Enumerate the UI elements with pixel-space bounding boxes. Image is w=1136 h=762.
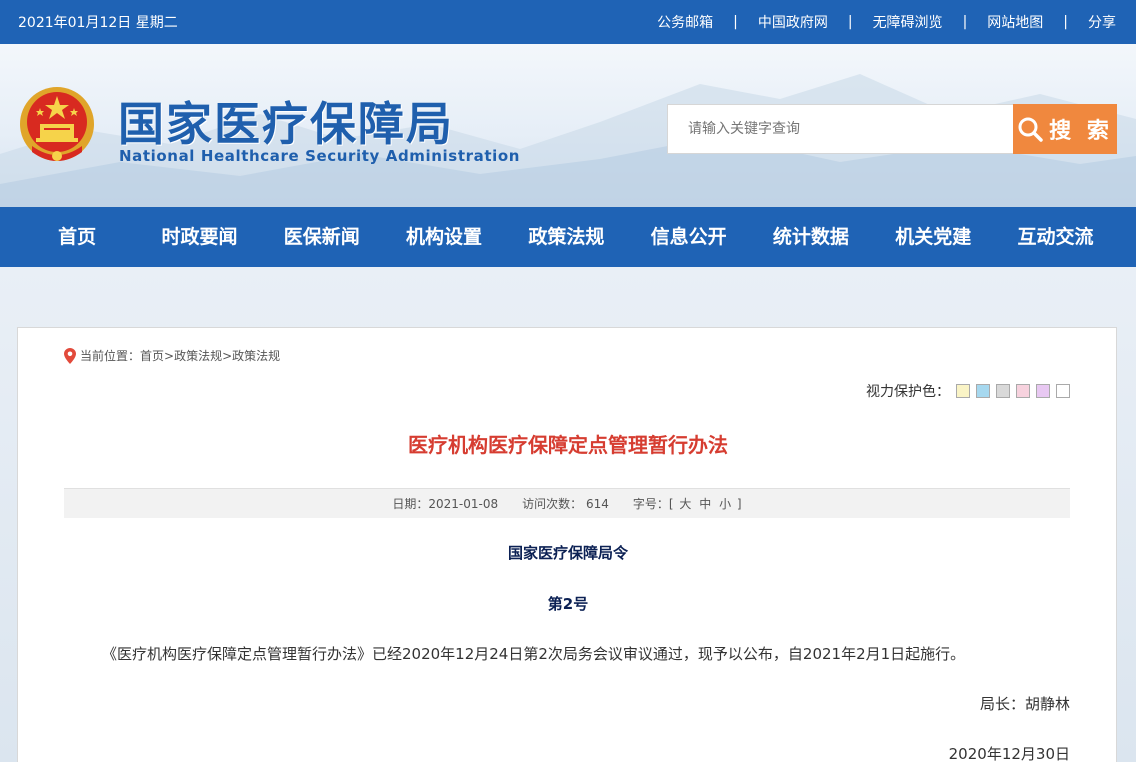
header-banner: 国家医疗保障局 National Healthcare Security Adm… bbox=[0, 44, 1136, 207]
site-title: 国家医疗保障局 bbox=[118, 97, 454, 151]
search-button-label: 搜 索 bbox=[1049, 119, 1113, 144]
visit-count: 访问次数： 614 bbox=[522, 497, 609, 511]
nav-interaction[interactable]: 互动交流 bbox=[994, 207, 1116, 267]
search-input[interactable] bbox=[667, 104, 1014, 154]
location-pin-icon bbox=[64, 347, 76, 364]
nav-info-disclosure[interactable]: 信息公开 bbox=[627, 207, 749, 267]
color-swatch-gray[interactable] bbox=[996, 384, 1010, 398]
breadcrumb-policies-sub[interactable]: 政策法规 bbox=[232, 347, 280, 364]
nav-healthcare-news[interactable]: 医保新闻 bbox=[261, 207, 383, 267]
publish-date: 日期：2021-01-08 bbox=[392, 497, 499, 511]
current-date: 2021年01月12日 星期二 bbox=[18, 15, 178, 31]
link-sitemap[interactable]: 网站地图 bbox=[987, 12, 1043, 32]
vision-protection-colors: 视力保护色： bbox=[866, 381, 1070, 401]
color-swatch-white[interactable] bbox=[1056, 384, 1070, 398]
separator: | bbox=[733, 14, 738, 30]
font-size-controls: 字号：[ 大 中 小 ] bbox=[633, 495, 742, 512]
article-card: 当前位置： 首页 > 政策法规 > 政策法规 视力保护色： 医疗机构医疗保障定点… bbox=[17, 327, 1117, 762]
article-body: 《医疗机构医疗保障定点管理暂行办法》已经2020年12月24日第2次局务会议审议… bbox=[102, 645, 966, 663]
color-swatch-blue[interactable] bbox=[976, 384, 990, 398]
font-size-medium[interactable]: 中 bbox=[699, 497, 711, 511]
font-size-label: 字号：[ bbox=[632, 497, 674, 511]
color-swatch-purple[interactable] bbox=[1036, 384, 1050, 398]
nav-policies[interactable]: 政策法规 bbox=[505, 207, 627, 267]
site-subtitle: National Healthcare Security Administrat… bbox=[119, 147, 521, 165]
decree-number: 第2号 bbox=[547, 595, 589, 613]
sign-date: 2020年12月30日 bbox=[948, 745, 1070, 762]
link-gov[interactable]: 中国政府网 bbox=[758, 12, 828, 32]
color-swatch-pink[interactable] bbox=[1016, 384, 1030, 398]
breadcrumb-policies[interactable]: 政策法规 bbox=[174, 347, 222, 364]
font-size-large[interactable]: 大 bbox=[679, 497, 691, 511]
nav-organization[interactable]: 机构设置 bbox=[383, 207, 505, 267]
decree-issuer: 国家医疗保障局令 bbox=[507, 544, 628, 562]
article-title: 医疗机构医疗保障定点管理暂行办法 bbox=[408, 433, 728, 457]
breadcrumb-sep: > bbox=[222, 348, 233, 363]
breadcrumb-sep: > bbox=[164, 348, 175, 363]
separator: | bbox=[962, 14, 968, 30]
main-nav: 首页 时政要闻 医保新闻 机构设置 政策法规 信息公开 统计数据 机关党建 互动… bbox=[0, 207, 1136, 267]
font-size-small[interactable]: 小 bbox=[719, 497, 731, 511]
color-swatch-yellow[interactable] bbox=[956, 384, 970, 398]
link-mail[interactable]: 公务邮箱 bbox=[657, 12, 713, 32]
link-share[interactable]: 分享 bbox=[1088, 12, 1116, 32]
nav-politics-news[interactable]: 时政要闻 bbox=[138, 207, 260, 267]
national-emblem-icon bbox=[20, 87, 94, 161]
breadcrumb-prefix: 当前位置： bbox=[80, 349, 141, 363]
font-size-end: ] bbox=[736, 497, 742, 511]
search-button[interactable]: 搜 索 bbox=[1013, 104, 1117, 154]
separator: | bbox=[847, 14, 853, 30]
nav-home[interactable]: 首页 bbox=[16, 207, 138, 267]
article-meta: 日期：2021-01-08 访问次数： 614 字号：[ 大 中 小 ] bbox=[64, 488, 1070, 518]
signatory: 局长：胡静林 bbox=[979, 695, 1070, 713]
top-bar: 2021年01月12日 星期二 公务邮箱 | 中国政府网 | 无障碍浏览 | 网… bbox=[0, 0, 1136, 44]
nav-statistics[interactable]: 统计数据 bbox=[750, 207, 872, 267]
nav-party-building[interactable]: 机关党建 bbox=[872, 207, 994, 267]
breadcrumb: 当前位置： 首页 > 政策法规 > 政策法规 bbox=[64, 347, 280, 364]
vision-label: 视力保护色： bbox=[866, 384, 950, 400]
breadcrumb-home[interactable]: 首页 bbox=[140, 347, 164, 364]
search-icon bbox=[1018, 117, 1043, 142]
link-accessibility[interactable]: 无障碍浏览 bbox=[873, 12, 943, 32]
top-links: 公务邮箱 | 中国政府网 | 无障碍浏览 | 网站地图 | 分享 bbox=[657, 12, 1116, 32]
separator: | bbox=[1063, 14, 1068, 30]
